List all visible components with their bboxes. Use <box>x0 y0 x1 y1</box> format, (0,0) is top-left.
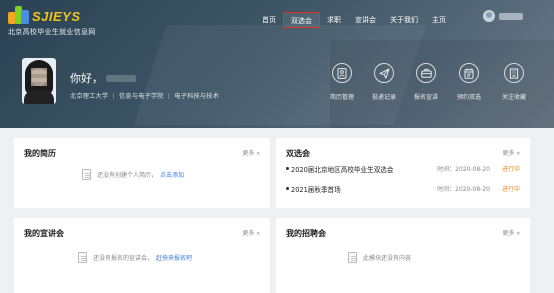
recruit-empty-text: 此模块还没有内容 <box>363 255 412 262</box>
site-subtitle: 北京高校毕业生就业信息网 <box>8 28 96 36</box>
resume-icon <box>332 63 352 83</box>
calendar-icon <box>459 63 479 83</box>
user-menu[interactable] <box>483 10 523 22</box>
talks-empty-text: 还没有报名的宣讲会， <box>93 255 154 262</box>
card-my-resume-more[interactable]: 更多 » <box>242 148 260 157</box>
card-job-fairs-more[interactable]: 更多 » <box>502 148 520 157</box>
resume-empty-state: 还没有创建个人简历， 点击添加 <box>82 169 184 180</box>
profile-school-line: 北京理工大学 | 信息与电子学院 | 电子科技与技术 <box>70 93 220 100</box>
bullet-dot-icon <box>286 187 289 190</box>
fair-status: 进行中 <box>501 166 520 173</box>
quick-favorites-label: 关注收藏 <box>501 94 526 101</box>
nav-home[interactable]: 首页 <box>255 12 283 28</box>
fair-title[interactable]: 2020届北京地区高校毕业生双选会 <box>291 164 394 174</box>
talks-empty-state: 还没有报名的宣讲会， 赶快来报名吧 <box>78 252 192 263</box>
card-my-talks: 我的宣讲会 更多 » 还没有报名的宣讲会， 赶快来报名吧 <box>14 218 270 293</box>
profile-college: 信息与电子学院 <box>118 93 164 100</box>
resume-empty-text: 还没有创建个人简历， <box>97 172 158 179</box>
card-my-resume-title: 我的简历 <box>24 149 56 158</box>
card-my-talks-title: 我的宣讲会 <box>24 229 64 238</box>
quick-talk-signup-label: 报名宣讲 <box>413 94 438 101</box>
card-my-recruitment-title: 我的招聘会 <box>286 229 326 238</box>
nav-homepage[interactable]: 主页 <box>425 12 453 28</box>
site-logo[interactable]: SJIEYS <box>8 6 81 24</box>
quick-talk-signup[interactable]: 报名宣讲 <box>406 63 446 101</box>
card-my-resume: 我的简历 更多 » 还没有创建个人简历， 点击添加 <box>14 138 270 208</box>
fair-status: 进行中 <box>501 186 520 193</box>
user-name-redacted <box>499 12 523 20</box>
greeting-text: 你好， <box>70 72 103 85</box>
greeting-name-redacted <box>106 74 136 82</box>
card-job-fairs-title: 双选会 <box>286 149 310 158</box>
nav-career-talks[interactable]: 宣讲会 <box>348 12 383 28</box>
fair-list-item[interactable]: 2020届北京地区高校毕业生双选会 时间：2020-08-20 进行中 <box>286 164 520 174</box>
recruit-empty-state: 此模块还没有内容 <box>348 252 411 263</box>
building-icon <box>504 63 524 83</box>
fair-time: 时间：2020-08-20 <box>437 186 490 193</box>
empty-document-icon <box>348 252 357 263</box>
quick-resume-manage-label: 简历管理 <box>329 94 354 101</box>
nav-job-fair[interactable]: 双选会 <box>283 12 320 28</box>
card-job-fairs: 双选会 更多 » 2020届北京地区高校毕业生双选会 时间：2020-08-20… <box>276 138 530 208</box>
fair-list-item[interactable]: 2021届秋季首场 时间：2020-08-20 进行中 <box>286 184 520 194</box>
resume-add-link[interactable]: 点击添加 <box>160 170 184 179</box>
profile-major: 电子科技与技术 <box>174 93 220 100</box>
nav-job-search[interactable]: 求职 <box>320 12 348 28</box>
main-nav: 首页 双选会 求职 宣讲会 关于我们 主页 <box>255 12 453 28</box>
profile-school: 北京理工大学 <box>70 93 109 100</box>
profile-photo <box>22 58 56 104</box>
talks-signup-link[interactable]: 赶快来报名吧 <box>156 253 192 262</box>
bullet-dot-icon <box>286 167 289 170</box>
quick-delivery-records-label: 投递记录 <box>371 94 396 101</box>
quick-fair-booking[interactable]: 预约双选 <box>449 63 489 101</box>
empty-document-icon <box>78 252 87 263</box>
user-avatar[interactable] <box>483 10 495 22</box>
quick-resume-manage[interactable]: 简历管理 <box>322 63 362 101</box>
card-my-recruitment-more[interactable]: 更多 » <box>502 228 520 237</box>
logo-mark-icon <box>8 6 30 24</box>
nav-about[interactable]: 关于我们 <box>383 12 425 28</box>
fair-title[interactable]: 2021届秋季首场 <box>291 184 341 194</box>
quick-favorites[interactable]: 关注收藏 <box>494 63 534 101</box>
greeting: 你好， <box>70 70 136 86</box>
header-hero: SJIEYS 北京高校毕业生就业信息网 首页 双选会 求职 宣讲会 关于我们 主… <box>0 0 554 128</box>
send-icon <box>374 63 394 83</box>
logo-text: SJIEYS <box>32 9 81 24</box>
card-my-recruitment: 我的招聘会 更多 » 此模块还没有内容 <box>276 218 530 293</box>
empty-document-icon <box>82 169 91 180</box>
briefcase-icon <box>416 63 436 83</box>
card-my-talks-more[interactable]: 更多 » <box>242 228 260 237</box>
fair-time: 时间：2020-08-20 <box>437 166 490 173</box>
quick-fair-booking-label: 预约双选 <box>456 94 481 101</box>
quick-delivery-records[interactable]: 投递记录 <box>364 63 404 101</box>
